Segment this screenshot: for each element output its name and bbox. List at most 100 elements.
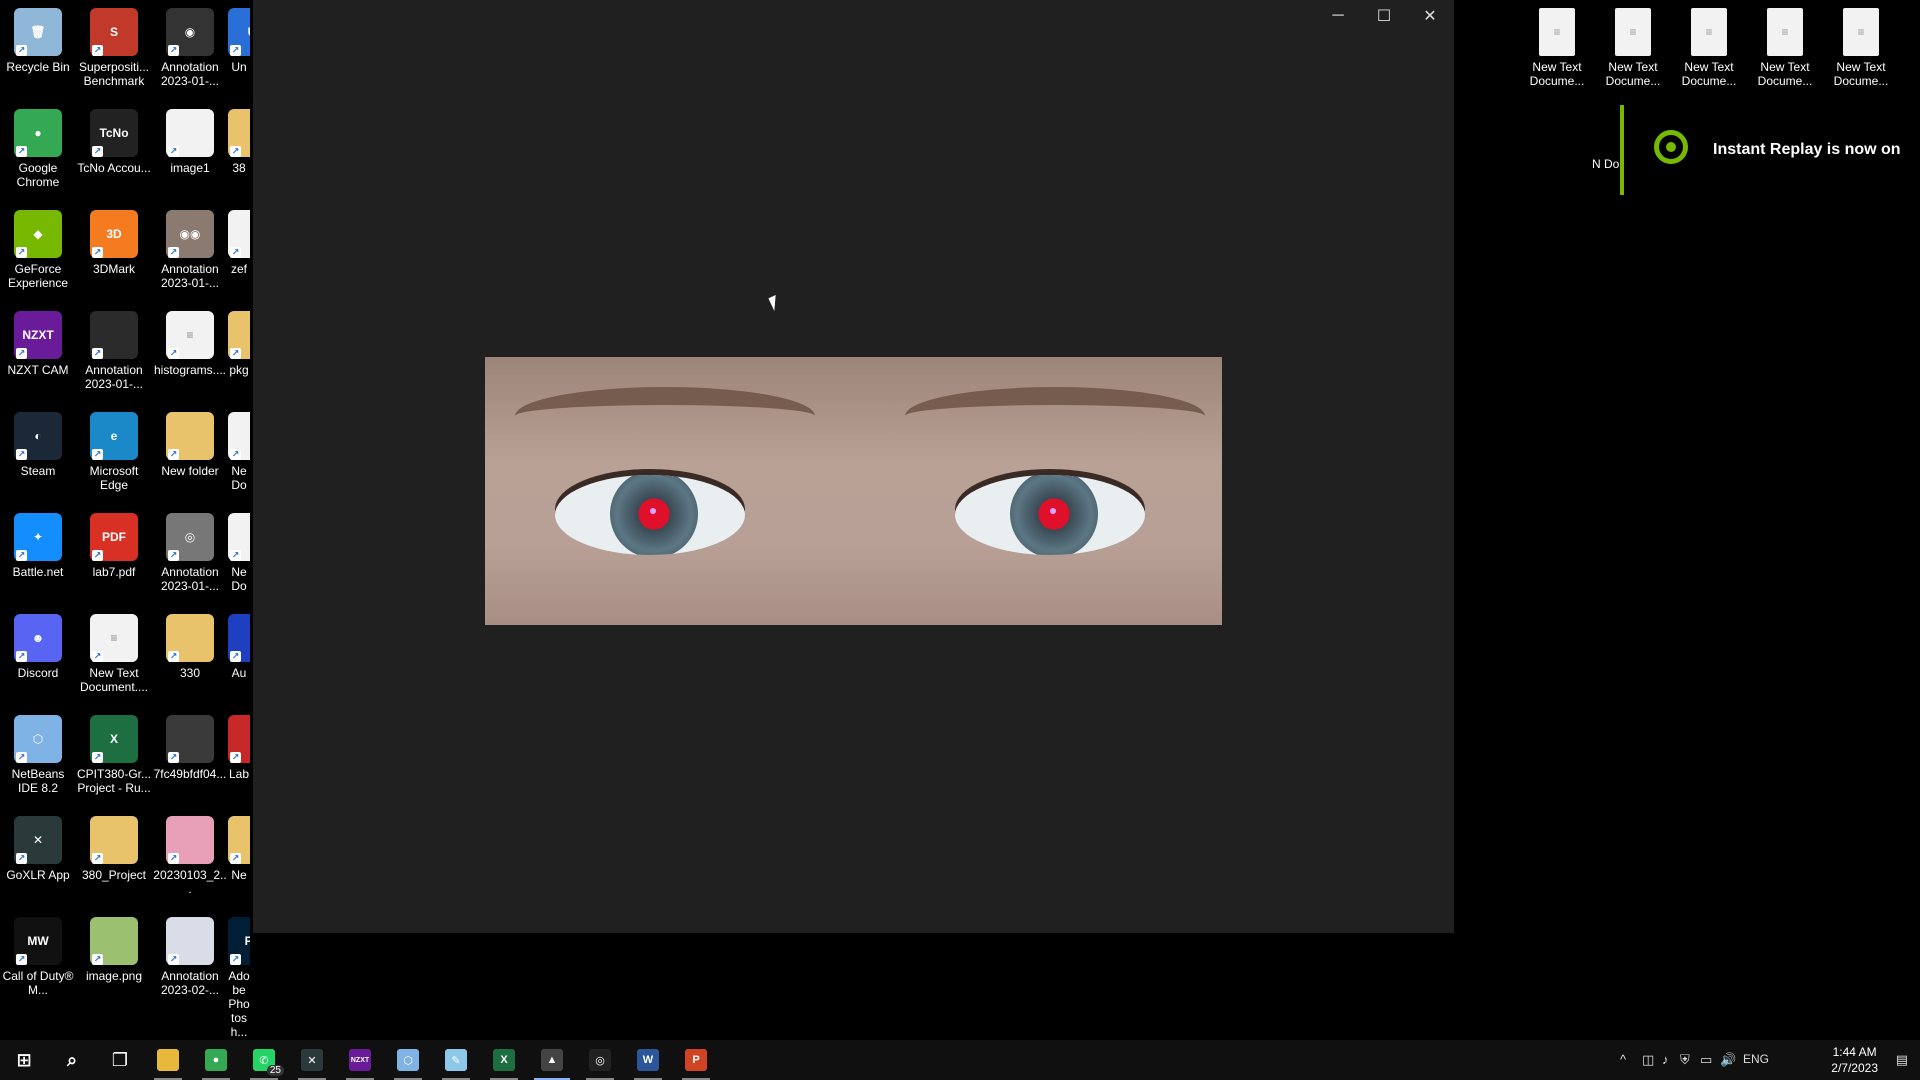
desktop-icon[interactable]: X ↗ CPIT380-Gr... Project - Ru... (76, 709, 152, 795)
search-button[interactable]: ⌕ (48, 1040, 96, 1080)
desktop-icon[interactable]: 🗑 ↗ Recycle Bin (0, 2, 76, 74)
desktop-icon[interactable]: ● ↗ Google Chrome (0, 103, 76, 189)
goxlr[interactable]: ✕ (288, 1040, 336, 1080)
desktop-icon-label: 20230103_2... (153, 868, 227, 896)
desktop-icon[interactable]: ↗ New folder (152, 406, 228, 478)
shortcut-arrow-icon: ↗ (16, 752, 27, 763)
network-icon[interactable]: ▭ (1700, 1052, 1712, 1068)
notepad[interactable]: ✎ (432, 1040, 480, 1080)
desktop-icon-label: NetBeans IDE 8.2 (11, 767, 65, 795)
xbox-icon: ◎ (589, 1049, 611, 1071)
desktop-icon[interactable]: ≡ New Text Docume... (1747, 2, 1823, 88)
desktop-icon[interactable]: ⬡ ↗ NetBeans IDE 8.2 (0, 709, 76, 795)
desktop-icon[interactable]: ↗ Annotation 2023-01-... (76, 305, 152, 391)
desktop-icon[interactable]: ≡ New Text Docume... (1595, 2, 1671, 88)
3dmark-icon: 3D ↗ (90, 210, 138, 258)
desktop-icon[interactable]: ↗ pkg (228, 305, 250, 377)
microphone-icon[interactable]: ♪ (1662, 1052, 1669, 1067)
desktop-icon[interactable]: ↗ zef (228, 204, 250, 276)
desktop-icon-label: pkg (229, 363, 249, 377)
desktop-icon-label: 7fc49bfdf04... (153, 767, 227, 781)
close-button[interactable]: ✕ (1407, 0, 1453, 32)
start-button[interactable]: ⊞ (0, 1040, 48, 1080)
desktop-icon[interactable]: ◆ ↗ GeForce Experience (0, 204, 76, 290)
desktop-icon[interactable]: ≡ New Text Docume... (1671, 2, 1747, 88)
image-file-icon: ◎ ↗ (166, 513, 214, 561)
desktop-icon[interactable]: ↗ 330 (152, 608, 228, 680)
desktop-icon[interactable]: ◉◉ ↗ Annotation 2023-01-... (152, 204, 228, 290)
desktop-icon[interactable]: ↗ Annotation 2023-02-... (152, 911, 228, 997)
desktop-icon[interactable]: ↗ 380_Project (76, 810, 152, 882)
desktop-icon[interactable]: TcNo ↗ TcNo Accou... (76, 103, 152, 175)
powerpoint-icon: P (685, 1049, 707, 1071)
desktop-icon[interactable]: ↗ image1 (152, 103, 228, 175)
desktop-icon[interactable]: U↗ Un (228, 2, 250, 74)
desktop-icon-label: lab7.pdf (92, 565, 136, 579)
desktop-icon[interactable]: ↗ 38 (228, 103, 250, 175)
desktop-icon[interactable]: ☻ ↗ Discord (0, 608, 76, 680)
desktop-icon[interactable]: S ↗ Superpositi... Benchmark (76, 2, 152, 88)
desktop-icon[interactable]: ↗ Ne Do (228, 507, 250, 593)
task-view-button[interactable]: ❐ (96, 1040, 144, 1080)
desktop-icon[interactable]: ↗ Au (228, 608, 250, 680)
desktop-icon[interactable]: ≡ New Text Docume... (1519, 2, 1595, 88)
shortcut-arrow-icon: ↗ (92, 752, 103, 763)
clock[interactable]: 1:44 AM 2/7/2023 (1831, 1044, 1878, 1076)
desktop-icon[interactable]: PDF ↗ lab7.pdf (76, 507, 152, 579)
chrome[interactable]: ● (192, 1040, 240, 1080)
show-hidden-icons-chevron[interactable]: ^ (1620, 1052, 1626, 1067)
goxlr-icon: ✕ (301, 1049, 323, 1071)
desktop-icon[interactable]: ≡ New Text Docume... (1823, 2, 1899, 88)
desktop-icon[interactable]: ◉ ↗ Annotation 2023-01-... (152, 2, 228, 88)
file-explorer[interactable] (144, 1040, 192, 1080)
desktop-icon[interactable]: NZXT ↗ NZXT CAM (0, 305, 76, 377)
word[interactable]: W (624, 1040, 672, 1080)
instant-replay-icon (1654, 130, 1688, 164)
shortcut-arrow-icon: ↗ (92, 449, 103, 460)
desktop-icon[interactable]: ✕ ↗ GoXLR App (0, 810, 76, 882)
maximize-button[interactable]: ☐ (1361, 0, 1407, 32)
desktop-icon[interactable]: ≡ ↗ histograms.... (152, 305, 228, 377)
security-icon[interactable]: ⛨ (1680, 1052, 1690, 1068)
desktop-icon[interactable]: ↗ 20230103_2... (152, 810, 228, 896)
desktop-icon[interactable]: ◎ ↗ Annotation 2023-01-... (152, 507, 228, 593)
desktop-icon-label: zef (230, 262, 247, 276)
notifications-icon[interactable]: ▤ (1896, 1052, 1908, 1068)
shortcut-arrow-icon: ↗ (230, 954, 241, 965)
desktop-icon[interactable]: ↗ Ne Do (228, 406, 250, 492)
excel-icon: X (493, 1049, 515, 1071)
netbeans[interactable]: ⬡ (384, 1040, 432, 1080)
desktop-icon[interactable]: ↗ image.png (76, 911, 152, 983)
desktop-icon[interactable]: 3D ↗ 3DMark (76, 204, 152, 276)
nzxt-cam[interactable]: NZXT (336, 1040, 384, 1080)
volume-icon[interactable]: 🔊 (1720, 1052, 1736, 1068)
edge-icon: e ↗ (90, 412, 138, 460)
desktop-icon[interactable]: ◐ ↗ Steam (0, 406, 76, 478)
desktop-icon-label: Battle.net (12, 565, 64, 579)
whatsapp[interactable]: ✆ 25 (240, 1040, 288, 1080)
shortcut-arrow-icon: ↗ (92, 45, 103, 56)
desktop-icon[interactable]: MW ↗ Call of Duty® M... (0, 911, 76, 997)
photos[interactable]: ▲ (528, 1040, 576, 1080)
minimize-button[interactable]: ─ (1315, 0, 1361, 32)
tcno-icon: TcNo ↗ (90, 109, 138, 157)
desktop-icon[interactable]: Ps↗ Adobe Photosh... (228, 911, 250, 1039)
taskbar: ⊞ ⌕ ❐ ● ✆ 25 ✕ NZXT ⬡ ✎ X ▲ ◎ W P ^ ◫ ♪ ⛨ ▭ 🔊 ENG 1:44… (0, 1040, 1920, 1080)
desktop-icon[interactable]: ↗ Ne (228, 810, 250, 882)
desktop-icon[interactable]: ↗ Lab (228, 709, 250, 781)
photo-viewer-window[interactable]: ─ ☐ ✕ (253, 0, 1454, 933)
shortcut-arrow-icon: ↗ (92, 146, 103, 157)
desktop-icon[interactable]: ✦ ↗ Battle.net (0, 507, 76, 579)
desktop-icon[interactable]: ↗ 7fc49bfdf04... (152, 709, 228, 781)
desktop-icon[interactable]: e ↗ Microsoft Edge (76, 406, 152, 492)
excel[interactable]: X (480, 1040, 528, 1080)
file-icon: ↗ (228, 412, 250, 460)
desktop-icon[interactable]: ≡ ↗ New Text Document.... (76, 608, 152, 694)
folder-icon: ↗ (228, 816, 250, 864)
webcam-icon[interactable]: ◫ (1642, 1052, 1654, 1068)
powerpoint[interactable]: P (672, 1040, 720, 1080)
language-indicator[interactable]: ENG (1743, 1052, 1769, 1066)
red-eye-photo[interactable] (485, 357, 1222, 625)
excel-icon: X ↗ (90, 715, 138, 763)
xbox[interactable]: ◎ (576, 1040, 624, 1080)
